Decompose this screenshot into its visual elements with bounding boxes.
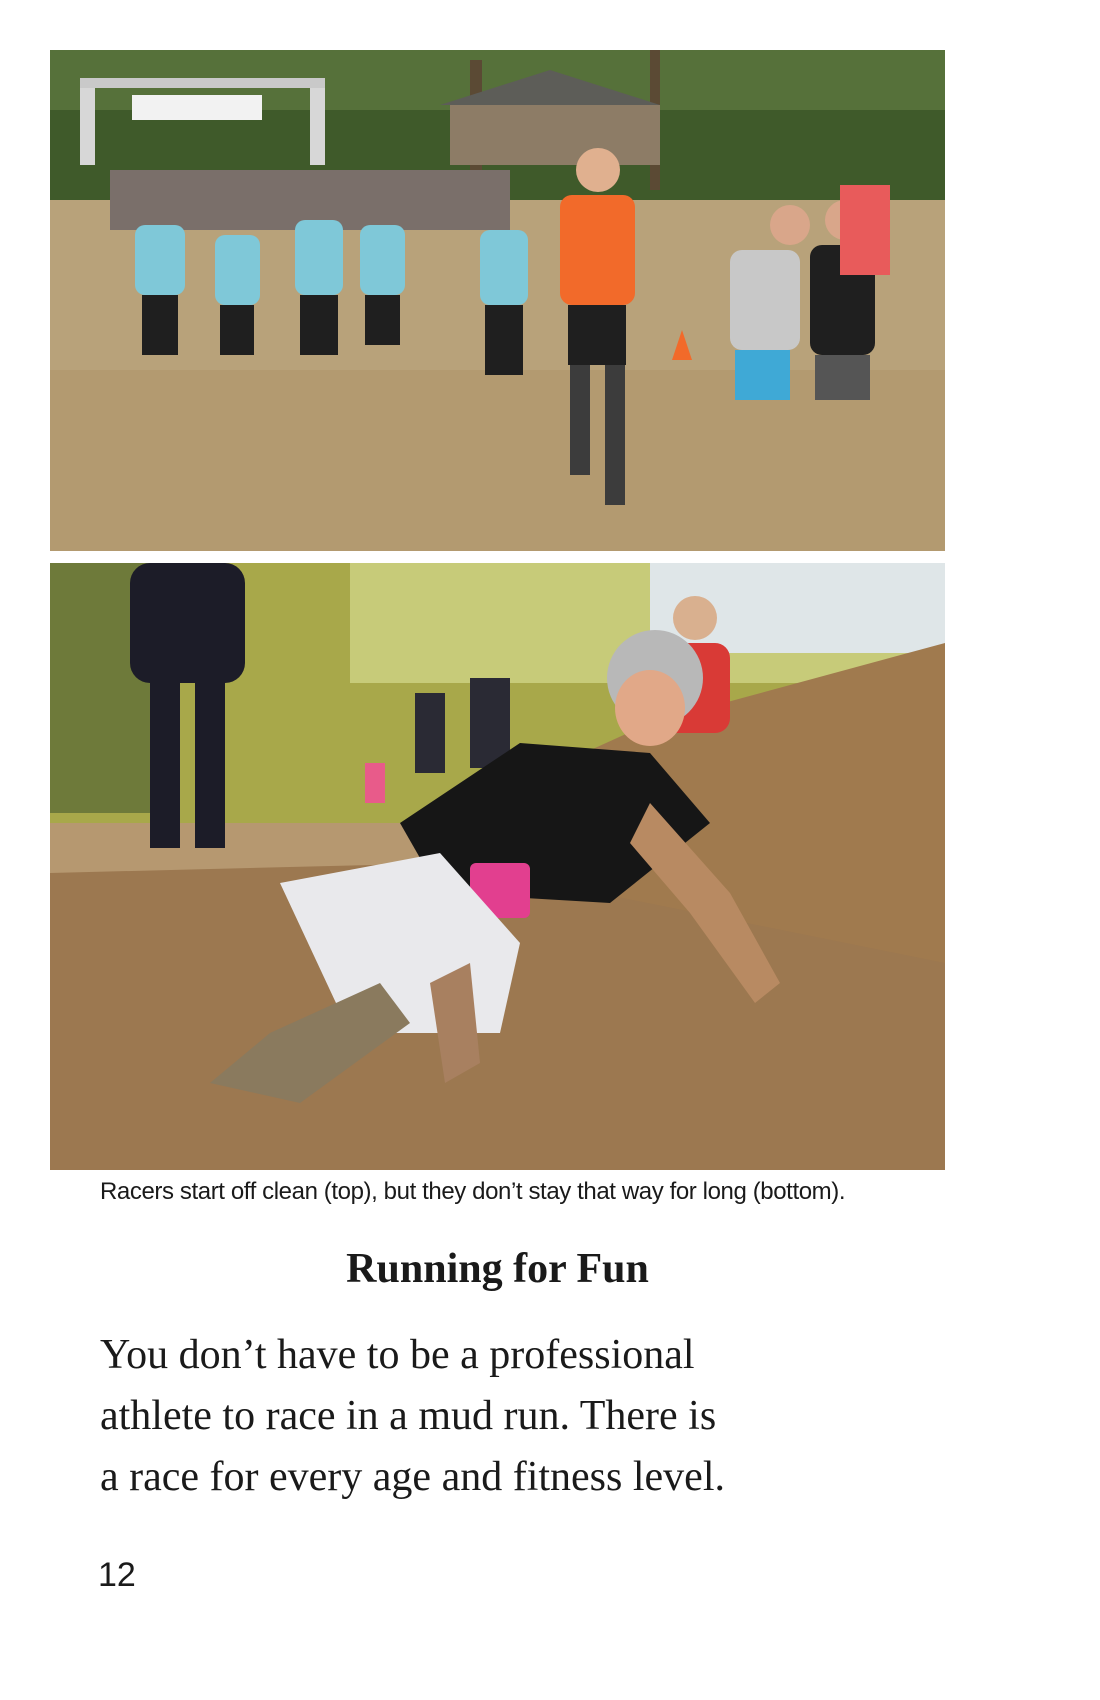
mud-crawl-illustration xyxy=(50,563,945,1170)
body-line: You don’t have to be a professional xyxy=(100,1332,695,1378)
body-line: athlete to race in a mud run. There is xyxy=(100,1393,717,1439)
top-photo-race-start xyxy=(50,50,945,551)
body-line: a race for every age and fitness level. xyxy=(100,1454,725,1500)
bottom-photo-mud-crawl xyxy=(50,563,945,1170)
body-paragraph: You don’t have to be a professional athl… xyxy=(100,1325,860,1508)
section-heading: Running for Fun xyxy=(346,1246,649,1292)
photo-caption: Racers start off clean (top), but they d… xyxy=(100,1178,846,1205)
race-start-illustration xyxy=(50,50,945,551)
page-number: 12 xyxy=(98,1556,136,1594)
